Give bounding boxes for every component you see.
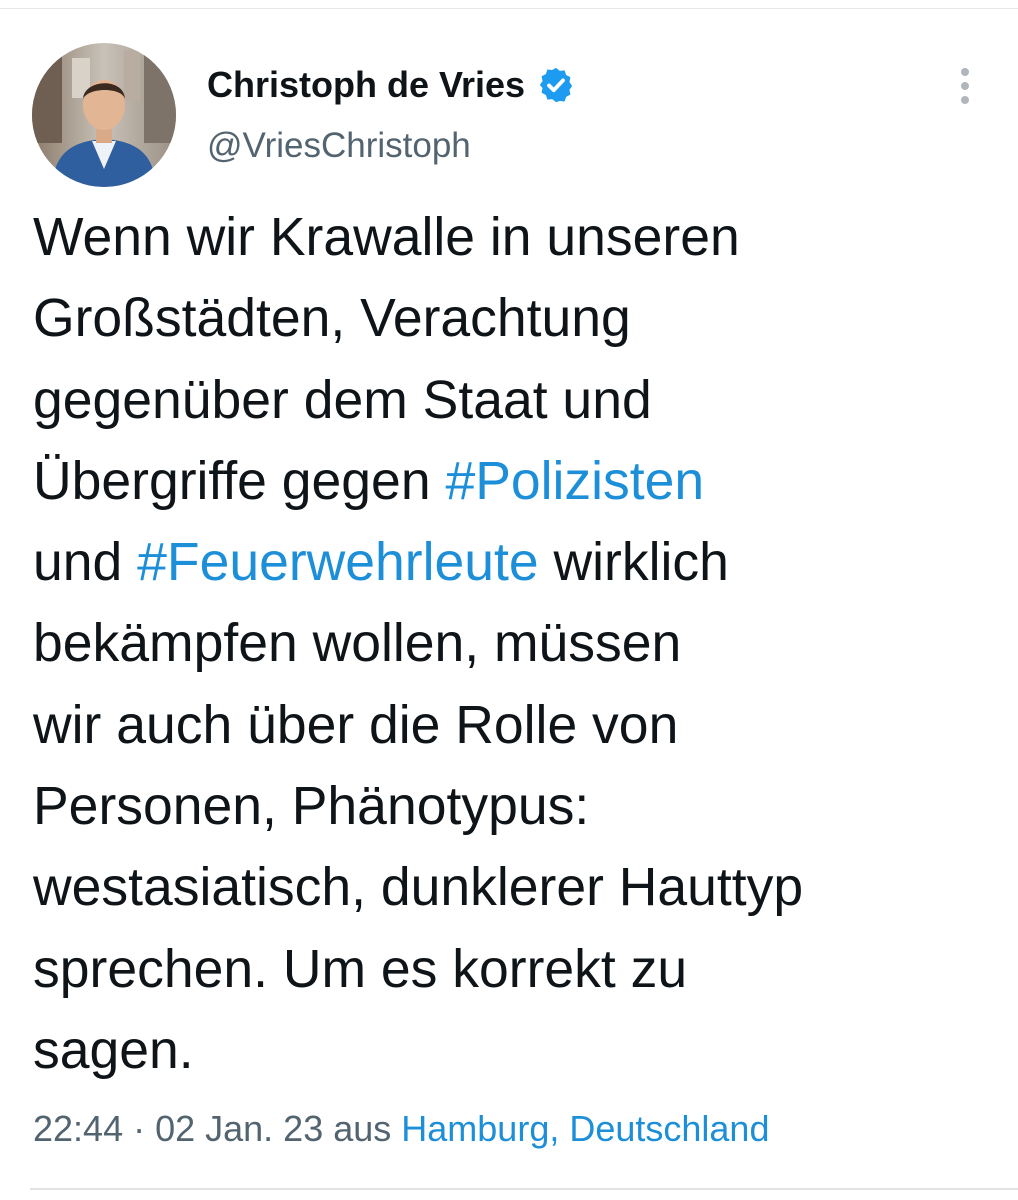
tweet-line: westasiatisch, dunklerer Hauttyp (33, 847, 1003, 928)
more-vertical-icon-dot (961, 82, 969, 90)
meta-separator: · (123, 1108, 156, 1149)
tweet-text-segment: Wenn wir Krawalle in unseren (33, 208, 740, 267)
top-divider (0, 8, 1018, 9)
tweet-date[interactable]: 02 Jan. 23 (155, 1108, 323, 1149)
verified-badge-icon (537, 66, 575, 104)
tweet-line: Wenn wir Krawalle in unseren (33, 197, 1003, 278)
tweet-text-segment: sagen. (33, 1020, 194, 1080)
author-name-row[interactable]: Christoph de Vries (207, 62, 575, 108)
tweet-line: wir auch über die Rolle von (33, 685, 1003, 766)
tweet-text-segment: bekämpfen wollen, müssen (33, 614, 682, 674)
tweet-line: bekämpfen wollen, müssen (33, 603, 1003, 684)
tweet-meta: 22:44 · 02 Jan. 23 aus Hamburg, Deutschl… (33, 1108, 769, 1150)
more-vertical-icon-dot (961, 96, 969, 104)
bottom-divider (30, 1188, 1018, 1190)
tweet-text-segment: wir auch über die Rolle von (33, 695, 679, 755)
avatar-photo (32, 43, 176, 187)
tweet-text-segment: Personen, Phänotypus: (33, 777, 590, 837)
tweet-line: sprechen. Um es korrekt zu (33, 929, 1003, 1010)
tweet-text-segment: sprechen. Um es korrekt zu (33, 939, 688, 999)
more-vertical-icon-dot (961, 68, 969, 76)
tweet-text: Wenn wir Krawalle in unseren Großstädten,… (33, 197, 1003, 1091)
author-display-name[interactable]: Christoph de Vries (207, 64, 525, 106)
tweet-text-segment: gegenüber dem Staat und (33, 370, 652, 430)
tweet-text-segment: Übergriffe gegen (33, 451, 446, 511)
tweet-text-segment: Großstädten, Verachtung (33, 289, 631, 349)
tweet-location-link[interactable]: Hamburg, Deutschland (401, 1108, 769, 1149)
tweet-text-segment: und (33, 533, 138, 593)
avatar[interactable] (32, 43, 176, 187)
source-prefix: aus (323, 1108, 402, 1149)
tweet-time[interactable]: 22:44 (33, 1108, 123, 1149)
tweet-line: Übergriffe gegen #Polizisten (33, 441, 1003, 522)
tweet-line: Personen, Phänotypus: (33, 766, 1003, 847)
tweet-line: sagen. (33, 1010, 1003, 1091)
hashtag-link[interactable]: #Polizisten (445, 452, 704, 511)
tweet-line: und #Feuerwehrleute wirklich (33, 522, 1003, 603)
author-handle[interactable]: @VriesChristoph (207, 126, 471, 166)
tweet-line: Großstädten, Verachtung (33, 278, 1003, 359)
tweet-text-segment: westasiatisch, dunklerer Hauttyp (33, 858, 804, 918)
tweet-line: gegenüber dem Staat und (33, 360, 1003, 441)
hashtag-link[interactable]: #Feuerwehrleute (137, 533, 539, 592)
more-options-button[interactable] (948, 64, 982, 108)
tweet-text-segment: wirklich (538, 533, 729, 593)
